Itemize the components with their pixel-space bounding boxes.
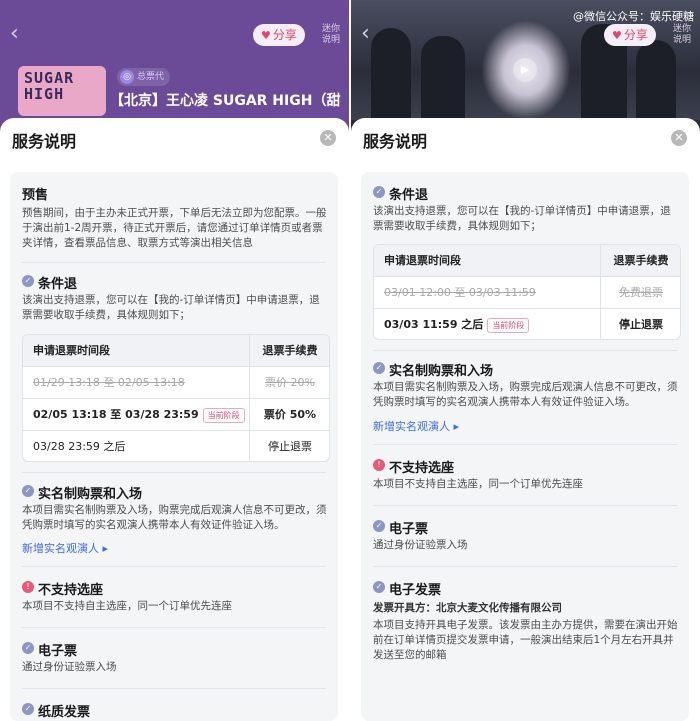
row-period: 02/05 13:18 至 03/28 23:59	[33, 408, 199, 421]
warning-icon: !	[373, 459, 385, 471]
heart-icon: ♥	[261, 29, 271, 42]
close-icon[interactable]: ✕	[671, 130, 687, 146]
table-row: 03/03 11:59 之后 当前阶段 停止退票	[374, 308, 680, 339]
check-icon: ✓	[22, 642, 34, 654]
no-seat-title: 不支持选座	[38, 583, 104, 598]
check-icon: ✓	[373, 362, 385, 374]
service-note-link[interactable]: 迷你说明	[318, 24, 344, 46]
row-fee: 停止退票	[268, 440, 312, 453]
check-icon: ✓	[22, 275, 34, 287]
agent-icon: ◎	[120, 70, 134, 84]
divider	[22, 262, 326, 263]
heart-icon: ♥	[612, 29, 622, 42]
left-screenshot: ‹ ♥ 分享 迷你说明 SUGAR HIGH ◎ 总票代 【北京】王心凌 SUGAR…	[0, 0, 349, 721]
refund-title: 条件退	[389, 188, 429, 203]
header-period: 申请退票时间段	[33, 344, 110, 357]
row-fee: 票价 50%	[263, 408, 317, 421]
presale-text: 预售期间，由于主办未正式开票，下单后无法立即为您配票。一般于演出前1-2周开票，…	[22, 207, 327, 249]
realname-title: 实名制购票和入场	[389, 364, 494, 379]
row-fee: 票价 20%	[265, 376, 315, 389]
check-icon: ✓	[22, 703, 34, 715]
poster-text: SUGAR HIGH	[24, 69, 75, 103]
add-viewer-link[interactable]: 新增实名观演人 ▸	[22, 540, 108, 556]
table-row: 01/29 13:18 至 02/05 13:18 票价 20%	[23, 366, 329, 398]
row-fee: 免费退票	[619, 286, 663, 299]
add-viewer-link[interactable]: 新增实名观演人 ▸	[373, 418, 459, 434]
header-fee: 退票手续费	[249, 335, 329, 366]
divider	[22, 627, 326, 628]
event-poster: SUGAR HIGH	[18, 66, 106, 116]
no-seat-text: 本项目不支持自主选座，同一个订单优先连座	[373, 478, 583, 490]
table-row: 02/05 13:18 至 03/28 23:59 当前阶段 票价 50%	[23, 398, 329, 430]
share-label: 分享	[623, 28, 648, 42]
check-icon: ✓	[373, 581, 385, 593]
paper-invoice-title: 纸质发票	[38, 705, 91, 720]
warning-icon: !	[22, 581, 34, 593]
back-icon[interactable]: ‹	[361, 22, 381, 46]
service-card: 预售 预售期间，由于主办未正式开票，下单后无法立即为您配票。一般于演出前1-2周…	[10, 172, 338, 721]
realname-text: 本项目需实名制购票及入场，购票完成后观演人信息不可更改，须凭购票时填写的实名观演…	[22, 504, 327, 531]
watermark-text: @微信公众号：娱乐硬糖	[573, 10, 694, 23]
divider	[373, 566, 677, 567]
service-card: ✓ 条件退 该演出支持退票，您可以在【我的-订单详情页】中申请退票，退票需要收取…	[361, 172, 689, 721]
play-icon[interactable]: ▶	[513, 58, 537, 82]
presale-title: 预售	[22, 188, 49, 203]
realname-text: 本项目需实名制购票及入场，购票完成后观演人信息不可更改，须凭购票时填写的实名观演…	[373, 381, 678, 408]
realname-title: 实名制购票和入场	[38, 487, 143, 502]
service-sheet: 服务说明 ✕ ✓ 条件退 该演出支持退票，您可以在【我的-订单详情页】中申请退票…	[351, 118, 700, 721]
right-screenshot: ▶ @微信公众号：娱乐硬糖 ‹ ♥ 分享 迷你说明 服务说明 ✕ ✓ 条件退 该演…	[351, 0, 700, 721]
refund-table: 申请退票时间段 退票手续费 03/01 12:00 至 03/03 11:59 …	[373, 244, 681, 340]
refund-text: 该演出支持退票，您可以在【我的-订单详情页】中申请退票，退票需要收取手续费，具体…	[373, 205, 671, 232]
row-period: 03/01 12:00 至 03/03 11:59	[384, 286, 536, 299]
refund-table: 申请退票时间段 退票手续费 01/29 13:18 至 02/05 13:18 …	[22, 334, 330, 462]
row-period: 03/03 11:59 之后	[384, 318, 484, 331]
back-icon[interactable]: ‹	[10, 22, 30, 46]
divider	[22, 688, 326, 689]
no-seat-text: 本项目不支持自主选座，同一个订单优先连座	[22, 600, 232, 612]
event-header: ‹ ♥ 分享 迷你说明 SUGAR HIGH ◎ 总票代 【北京】王心凌 SUGAR…	[0, 0, 349, 116]
no-seat-title: 不支持选座	[389, 461, 455, 476]
row-period: 03/28 23:59 之后	[33, 440, 126, 453]
table-header: 申请退票时间段 退票手续费	[23, 335, 329, 366]
share-button[interactable]: ♥ 分享	[253, 24, 305, 46]
eticket-title: 电子票	[38, 644, 78, 659]
close-icon[interactable]: ✕	[320, 130, 336, 146]
eticket-text: 通过身份证验票入场	[22, 661, 117, 673]
header-fee: 退票手续费	[600, 245, 680, 276]
share-button[interactable]: ♥ 分享	[604, 24, 656, 46]
table-row: 03/01 12:00 至 03/03 11:59 免费退票	[374, 276, 680, 308]
current-stage-badge: 当前阶段	[202, 407, 245, 423]
table-row: 03/28 23:59 之后 停止退票	[23, 430, 329, 461]
sheet-title: 服务说明	[12, 132, 77, 151]
divider	[373, 505, 677, 506]
refund-text: 该演出支持退票，您可以在【我的-订单详情页】中申请退票，退票需要收取手续费，具体…	[22, 294, 320, 321]
sheet-title: 服务说明	[363, 132, 428, 151]
refund-title: 条件退	[38, 277, 78, 292]
service-sheet: 服务说明 ✕ 预售 预售期间，由于主办未正式开票，下单后无法立即为您配票。一般于…	[0, 118, 349, 721]
check-icon: ✓	[373, 186, 385, 198]
share-label: 分享	[272, 28, 297, 42]
check-icon: ✓	[373, 520, 385, 532]
eticket-text: 通过身份证验票入场	[373, 539, 468, 551]
row-fee: 停止退票	[619, 318, 663, 331]
divider	[22, 566, 326, 567]
invoice-issuer: 发票开具方：北京大麦文化传播有限公司	[373, 602, 562, 614]
e-invoice-title: 电子发票	[389, 583, 442, 598]
check-icon: ✓	[22, 485, 34, 497]
divider	[373, 444, 677, 445]
service-note-link[interactable]: 迷你说明	[669, 24, 695, 46]
current-stage-badge: 当前阶段	[487, 317, 530, 333]
divider	[22, 472, 326, 473]
row-period: 01/29 13:18 至 02/05 13:18	[33, 376, 185, 389]
table-header: 申请退票时间段 退票手续费	[374, 245, 680, 276]
agent-badge: ◎ 总票代	[117, 68, 171, 86]
eticket-title: 电子票	[389, 522, 429, 537]
header-period: 申请退票时间段	[384, 254, 461, 267]
event-title: 【北京】王心凌 SUGAR HIGH（甜	[110, 93, 341, 109]
agent-label: 总票代	[137, 72, 165, 82]
divider	[373, 350, 677, 351]
e-invoice-text: 本项目支持开具电子发票。该发票由主办方提供，需要在演出开始前在订单详情页提交发票…	[373, 619, 678, 661]
